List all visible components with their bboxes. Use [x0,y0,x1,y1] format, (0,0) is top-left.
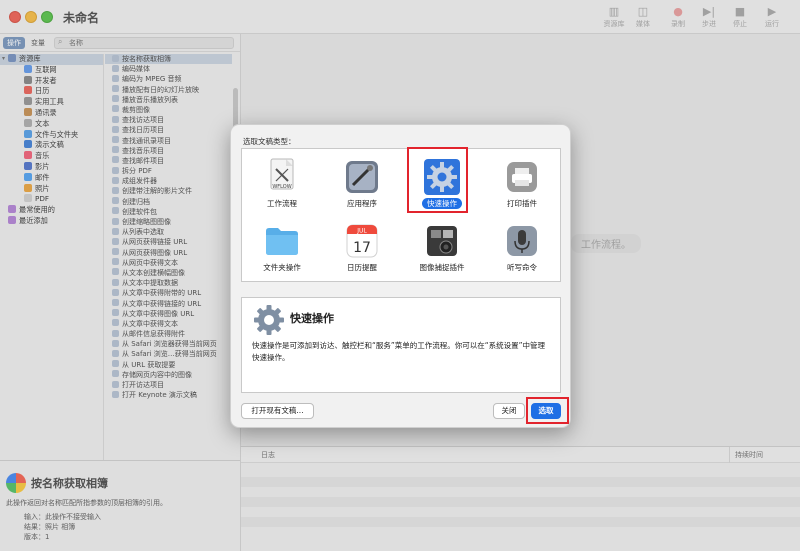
print-plugin-icon [507,162,537,192]
document-type-label: 工作流程 [242,199,322,209]
folder-action-icon [266,228,298,255]
gear-icon [252,303,286,337]
image-capture-plugin-icon [427,226,457,256]
document-type-calendar-alarm[interactable]: JUL 17 日历提醒 [322,218,402,278]
document-type-sheet: 选取文稿类型： WFLOW 工作流程 应用程序快速操作 打印插件文件夹操作 JUL 17 日… [230,124,571,428]
document-type-workflow[interactable]: WFLOW 工作流程 [242,154,322,214]
document-type-label: 应用程序 [322,199,402,209]
calendar-alarm-icon: JUL 17 [346,224,378,258]
document-type-label: 听写命令 [482,263,562,273]
document-type-label-text: 文件夹操作 [263,263,301,272]
document-type-label: 图像捕捉插件 [402,263,482,273]
calendar-month: JUL [356,228,367,235]
document-type-label-text: 图像捕捉插件 [419,263,465,272]
quick-action-highlight [407,147,468,213]
document-type-detail: 快速操作 快速操作是可添加到访达、触控栏和“服务”菜单的工作流程。你可以在“系统… [241,297,561,393]
document-type-label: 文件夹操作 [242,263,322,273]
calendar-day: 17 [353,240,371,256]
dictation-command-icon [507,226,537,256]
sheet-title: 选取文稿类型： [243,137,296,146]
document-type-print-plugin[interactable]: 打印插件 [482,154,562,214]
document-type-folder-action[interactable]: 文件夹操作 [242,218,322,278]
document-type-dictation-command[interactable]: 听写命令 [482,218,562,278]
application-icon [346,161,378,193]
workflow-icon: WFLOW [270,158,294,190]
document-type-label-text: 打印插件 [507,199,537,208]
open-existing-document-button[interactable]: 打开现有文稿... [241,403,314,419]
detail-title: 快速操作 [290,312,334,325]
document-type-label-text: 日历提醒 [347,263,377,272]
choose-button-highlight [526,397,569,424]
document-type-label: 打印插件 [482,199,562,209]
document-type-label-text: 听写命令 [507,263,537,272]
document-type-image-capture-plugin[interactable]: 图像捕捉插件 [402,218,482,278]
document-type-label-text: 应用程序 [347,199,377,208]
document-type-grid: WFLOW 工作流程 应用程序 快速操作 打印插件 文件夹操作 JUL 17 日历提醒 图像捕捉插… [241,148,561,282]
document-type-label-text: 工作流程 [267,199,297,208]
modal-overlay: 选取文稿类型： WFLOW 工作流程 应用程序快速操作 打印插件文件夹操作 JUL 17 日… [0,0,800,551]
document-type-application[interactable]: 应用程序 [322,154,402,214]
close-button[interactable]: 关闭 [493,403,525,419]
document-type-label: 日历提醒 [322,263,402,273]
detail-description: 快速操作是可添加到访达、触控栏和“服务”菜单的工作流程。你可以在“系统设置”中管… [252,341,546,362]
workflow-icon-text: WFLOW [272,184,291,190]
